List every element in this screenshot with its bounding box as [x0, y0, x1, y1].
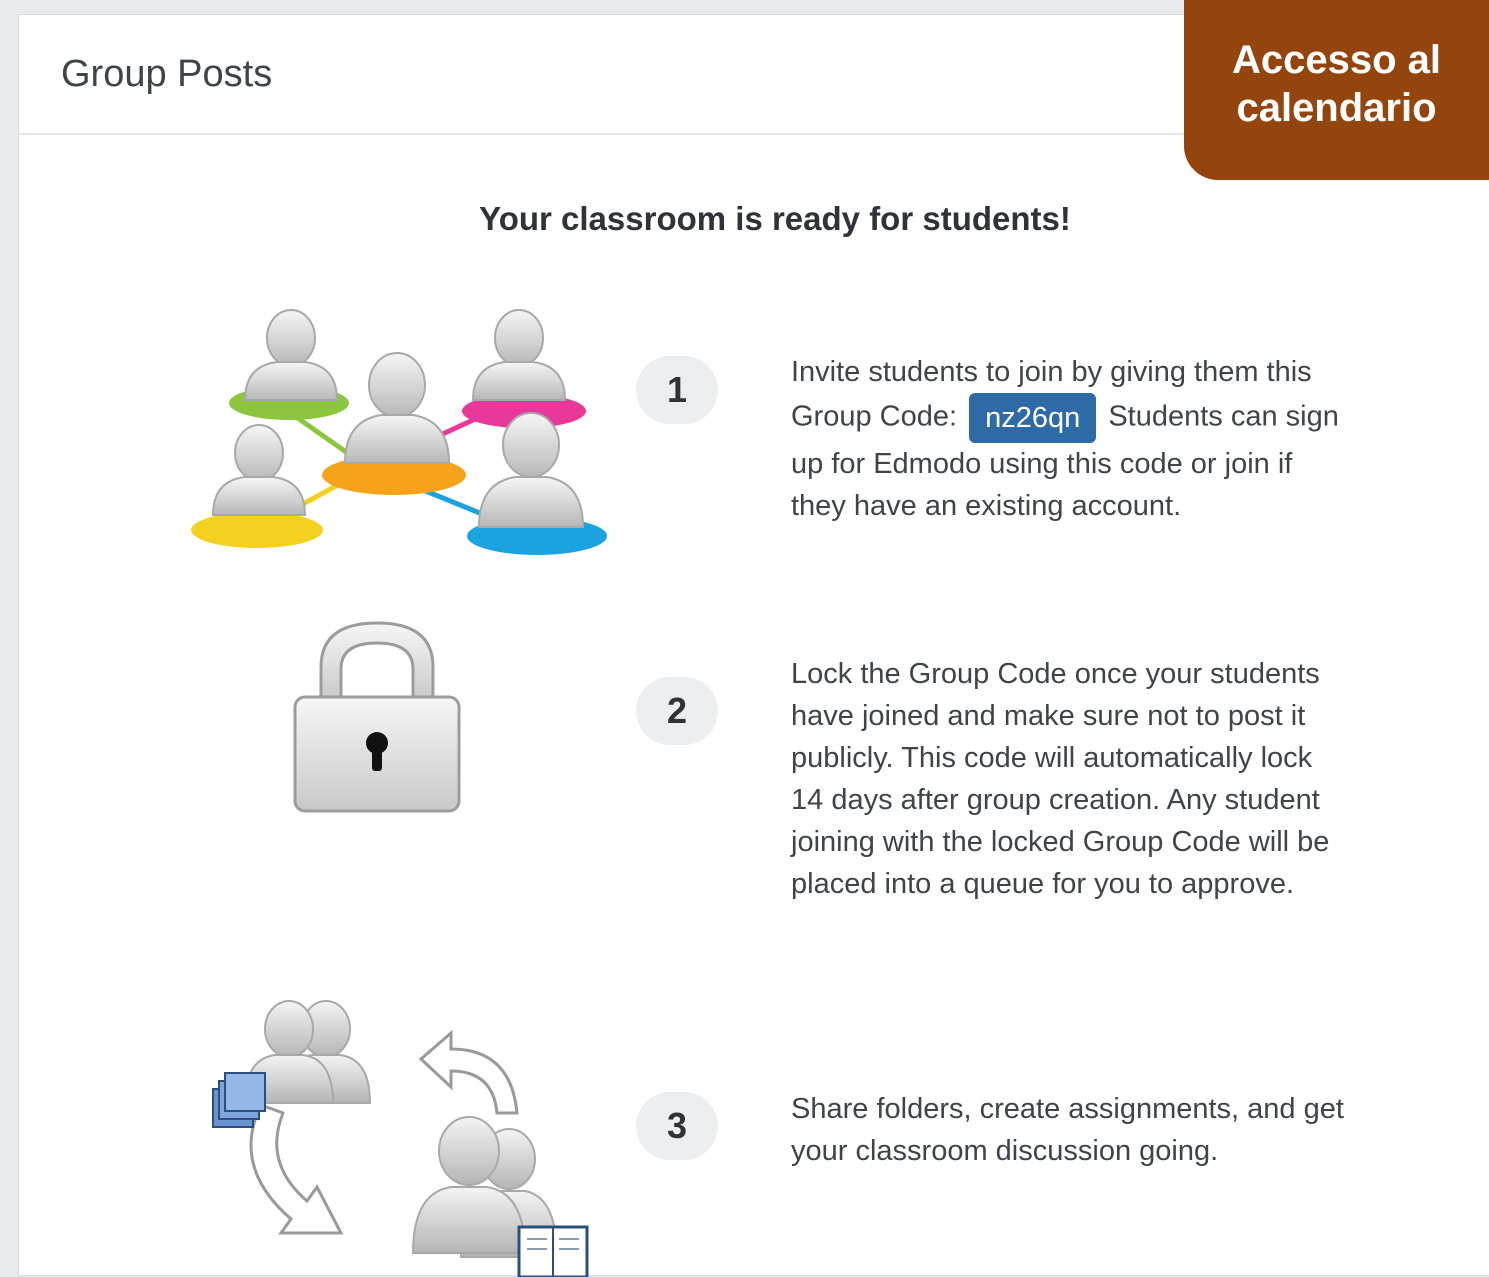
- calendar-access-banner[interactable]: Accesso al calendario: [1184, 0, 1489, 180]
- padlock-icon: [293, 621, 461, 813]
- step-2-badge: 2: [636, 677, 718, 745]
- banner-line-1: Accesso al: [1231, 38, 1442, 82]
- group-code-badge[interactable]: nz26qn: [969, 393, 1097, 443]
- page-title: Group Posts: [61, 53, 273, 95]
- step-3-badge: 3: [636, 1092, 718, 1160]
- step-3-text: Share folders, create assignments, and g…: [791, 1093, 1344, 1167]
- share-exchange-icon: [212, 1000, 589, 1277]
- students-network-icon: [191, 309, 607, 555]
- banner-line-2: calendario: [1236, 86, 1437, 130]
- ready-heading: Your classroom is ready for students!: [479, 200, 1071, 237]
- step-1-text: Invite students to join by giving them t…: [791, 351, 1351, 527]
- group-posts-card: Group Posts Your classroom is ready for …: [18, 14, 1489, 1277]
- step-1-badge: 1: [636, 356, 718, 424]
- step-2-text: Lock the Group Code once your students h…: [791, 658, 1330, 900]
